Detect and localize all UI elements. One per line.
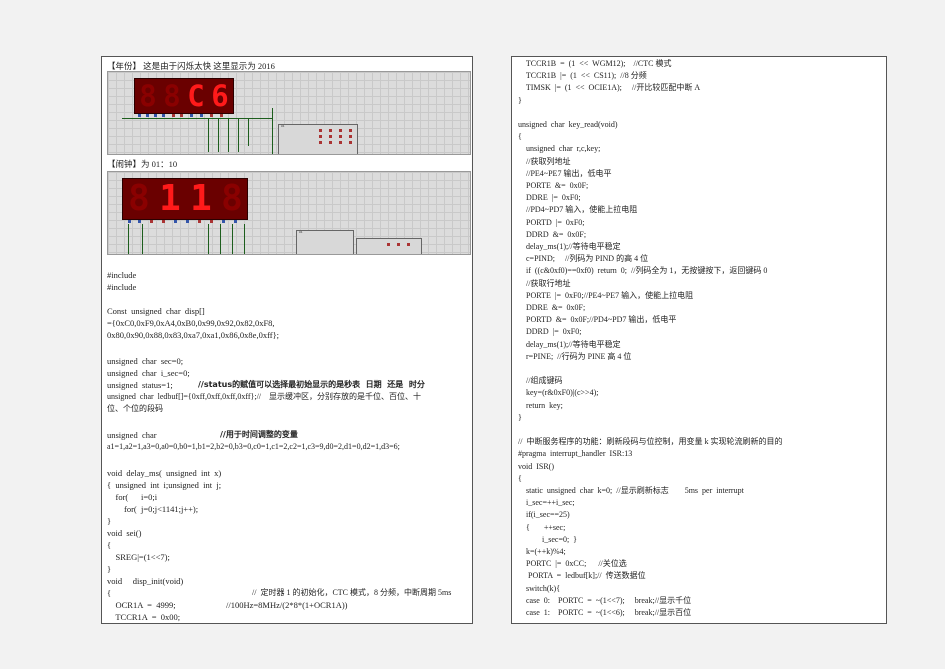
code-line: c=PIND; //列码为 PIND 的高 4 位	[518, 254, 649, 264]
code-line: {	[518, 132, 522, 142]
code-line: 位、个位的段码	[107, 404, 163, 413]
code-line: if(i_sec==25)	[518, 510, 570, 520]
chip-pin-block	[356, 238, 422, 254]
code-line: }	[107, 564, 112, 574]
comment-timer: // 定时器 1 的初始化，CTC 模式，8 分频，中断周期 5ms	[252, 588, 452, 597]
unlit-digit: 8	[128, 178, 150, 219]
code-line: unsigned char r,c,key;	[518, 144, 601, 154]
code-line: i_sec=0; }	[518, 534, 578, 544]
code-line: #pragma interrupt_handler ISR:13	[518, 449, 633, 459]
code-line: //获取行地址	[518, 278, 571, 288]
code-line: delay_ms(1);//等待电平稳定	[518, 242, 621, 251]
code-line: TCCR1B = (1 << WGM12); //CTC 模式	[518, 59, 672, 68]
seven-segment-display: 8 8 C 6	[134, 78, 234, 114]
code-line: {	[518, 473, 522, 483]
chip-label: U1	[299, 230, 303, 234]
code-line: #include	[107, 282, 137, 292]
code-line: #include	[107, 270, 137, 280]
code-line: DDRE |= 0xF0;	[518, 193, 581, 203]
code-line: switch(k){	[518, 583, 561, 593]
code-line: //PE4~PE7 输出，低电平	[518, 168, 612, 178]
code-line: void disp_init(void)	[107, 576, 184, 586]
code-line: }	[518, 412, 522, 422]
code-line: k=(++k)%4;	[518, 547, 566, 556]
code-line: OCR1A = 4999;	[107, 600, 176, 610]
code-line: DDRD |= 0xF0;	[518, 327, 582, 337]
code-line: PORTD &= 0x0F;//PD4~PD7 输出，低电平	[518, 315, 677, 325]
code-line: PORTE |= 0xF0;//PE4~PE7 输入，使能上拉电阻	[518, 290, 694, 300]
circuit-screenshot-alarm: 8 1 1 8 U1	[107, 171, 471, 255]
code-line: unsigned char sec=0;	[107, 356, 184, 366]
code-line: //组成键码	[518, 376, 563, 386]
code-line: a1=1,a2=1,a3=0,a0=0,b0=1,b1=2,b2=0,b3=0,…	[107, 442, 400, 451]
code-line: PORTC |= 0xCC; //关位选	[518, 559, 627, 569]
seven-segment-display: 8 1 1 8	[122, 178, 248, 220]
code-line: return key;	[518, 400, 563, 410]
code-line: void ISR()	[518, 461, 554, 471]
code-line: //PD4~PD7 输入，使能上拉电阻	[518, 205, 638, 215]
code-line: DDRE &= 0x0F;	[518, 303, 586, 312]
code-line: if ((c&0xf0)==0xf0) return 0; //列码全为 1，无…	[518, 266, 768, 276]
code-line: }	[518, 95, 522, 105]
code-line: for( i=0;i	[107, 492, 158, 502]
caption-alarm: 【闹钟】为 01：10	[107, 159, 178, 169]
code-line: unsigned char key_read(void)	[518, 120, 618, 129]
unlit-digit: 8	[221, 178, 243, 219]
code-line: }	[107, 516, 112, 526]
code-line: case 0: PORTC = ~(1<<7); break;//显示千位	[518, 595, 692, 605]
code-line: key=(r&0xF0)|(c>>4);	[518, 388, 599, 398]
code-line: unsigned char i_sec=0;	[107, 368, 190, 378]
code-line: ={0xC0,0xF9,0xA4,0xB0,0x99,0x92,0x82,0xF…	[107, 318, 275, 328]
code-line: PORTD |= 0xF0;	[518, 217, 585, 227]
left-page: 【年份】 这是由于闪烁太快 这里显示为 2016 8 8 C 6 U1 【闹钟】…	[101, 56, 473, 624]
code-line: // 中断服务程序的功能：刷新段码与位控制，用变量 k 实现轮流刷新的目的	[518, 437, 783, 447]
code-line: case 1: PORTC = ~(1<<6); break;//显示百位	[518, 608, 692, 617]
comment-vars: //用于时间调整的变量	[220, 430, 298, 439]
code-line: delay_ms(1);//等待电平稳定	[518, 339, 621, 349]
comment-status: //status的赋值可以选择最初始显示的是秒表 日期 还是 时分	[198, 380, 425, 389]
unlit-digit: 8	[163, 79, 181, 113]
chip-label: U1	[281, 124, 285, 128]
code-line: static unsigned char k=0; //显示刷新标志 5ms p…	[518, 486, 744, 495]
code-line: { unsigned int i;unsigned int j;	[107, 480, 222, 490]
code-line: { ++sec;	[518, 522, 566, 532]
circuit-screenshot-year: 8 8 C 6 U1	[107, 71, 471, 155]
code-line: TIMSK |= (1 << OCIE1A); //开比较匹配中断 A	[518, 83, 701, 93]
code-line: Const unsigned char disp[]	[107, 306, 205, 316]
microcontroller-chip: U1	[278, 124, 358, 154]
code-line: TCCR1A = 0x00;	[107, 612, 181, 622]
code-line: PORTA = ledbuf[k];// 传送数据位	[518, 571, 646, 581]
code-line: {	[107, 540, 112, 550]
unlit-digit: 8	[139, 79, 157, 113]
lit-digit: 6	[211, 79, 229, 113]
lit-digit: 1	[159, 178, 181, 219]
code-line: void sei()	[107, 528, 142, 538]
lit-digit: 1	[190, 178, 212, 219]
code-line: r=PINE; //行码为 PINE 高 4 位	[518, 351, 632, 361]
code-line: unsigned char ledbuf[]={0xff,0xff,0xff,0…	[107, 392, 422, 401]
code-line: i_sec=++i_sec;	[518, 498, 575, 508]
code-line: PORTE &= 0x0F;	[518, 181, 589, 190]
code-line: {	[107, 588, 112, 598]
code-line: for( j=0;j<1141;j++);	[107, 504, 199, 514]
comment-ocr: //100Hz=8MHz/(2*8*(1+OCR1A))	[226, 600, 348, 610]
code-line: unsigned status=1;	[107, 380, 173, 390]
code-line: void delay_ms( unsigned int x)	[107, 468, 222, 478]
code-line: unsigned char	[107, 430, 157, 440]
code-line: TCCR1B |= (1 << CS11); //8 分频	[518, 71, 647, 81]
code-line: SREG|=(1<<7);	[107, 552, 170, 562]
code-line: DDRD &= 0x0F;	[518, 229, 587, 239]
right-page: TCCR1B = (1 << WGM12); //CTC 模式 TCCR1B |…	[511, 56, 887, 624]
microcontroller-chip: U1	[296, 230, 354, 254]
code-line: 0x80,0x90,0x88,0x83,0xa7,0xa1,0x86,0x8e,…	[107, 330, 280, 340]
code-line: //获取列地址	[518, 156, 571, 166]
lit-digit: C	[187, 79, 205, 113]
